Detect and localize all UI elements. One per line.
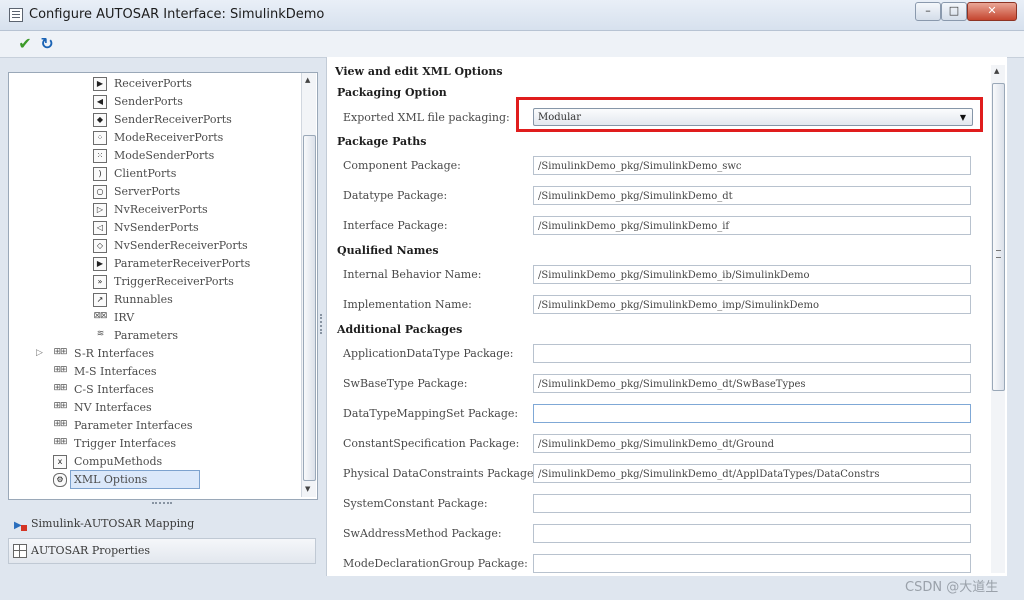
packaging-heading: Packaging Option	[337, 86, 447, 99]
package-icon: ⊞⊞	[53, 383, 67, 393]
tree-panel: ▶ ReceiverPorts ◀ SenderPorts ◆ SenderRe…	[8, 72, 318, 500]
datatype-package-label: Datatype Package:	[343, 189, 448, 202]
nv-receiver-port-icon: ▷	[93, 203, 107, 217]
scroll-down-icon[interactable]: ▼	[305, 485, 310, 493]
sender-receiver-port-icon: ◆	[93, 113, 107, 127]
datatype-mapping-label: DataTypeMappingSet Package:	[343, 407, 519, 420]
packaging-select[interactable]: Modular ▼	[533, 108, 973, 126]
refresh-icon[interactable]: ↻	[38, 35, 56, 53]
component-package-input[interactable]: /SimulinkDemo_pkg/SimulinkDemo_swc	[533, 156, 971, 175]
swbasetype-input[interactable]: /SimulinkDemo_pkg/SimulinkDemo_dt/SwBase…	[533, 374, 971, 393]
package-icon: ⊞⊞	[53, 347, 67, 357]
additional-packages-heading: Additional Packages	[337, 323, 463, 336]
autosar-properties-node[interactable]: AUTOSAR Properties	[8, 538, 316, 564]
component-package-label: Component Package:	[343, 159, 461, 172]
internal-behavior-label: Internal Behavior Name:	[343, 268, 482, 281]
system-constant-input[interactable]	[533, 494, 971, 513]
nv-sender-port-icon: ◁	[93, 221, 107, 235]
watermark: CSDN @大道生	[905, 580, 999, 595]
sw-address-method-input[interactable]	[533, 524, 971, 543]
scroll-up-icon[interactable]: ▲	[305, 76, 310, 84]
trigger-receiver-port-icon: »	[93, 275, 107, 289]
mapping-icon: ▶	[14, 517, 27, 531]
chevron-down-icon[interactable]: ▼	[960, 109, 966, 127]
mode-declaration-label: ModeDeclarationGroup Package:	[343, 557, 528, 570]
interface-package-input[interactable]: /SimulinkDemo_pkg/SimulinkDemo_if	[533, 216, 971, 235]
gear-icon: ⚙	[53, 473, 67, 487]
form-scrollbar[interactable]: ▲	[991, 65, 1005, 573]
package-icon: ⊞⊞	[53, 401, 67, 411]
paths-heading: Package Paths	[337, 135, 427, 148]
grid-icon	[13, 544, 27, 558]
constant-specification-input[interactable]: /SimulinkDemo_pkg/SimulinkDemo_dt/Ground	[533, 434, 971, 453]
client-port-icon: )	[93, 167, 107, 181]
maximize-button[interactable]: □	[941, 2, 967, 21]
irv-icon: ⊠⊠	[93, 311, 107, 321]
package-icon: ⊞⊞	[53, 419, 67, 429]
runnable-icon: ↗	[93, 293, 107, 307]
receiver-port-icon: ▶	[93, 77, 107, 91]
database-icon: ≋	[96, 329, 105, 339]
datatype-package-input[interactable]: /SimulinkDemo_pkg/SimulinkDemo_dt	[533, 186, 971, 205]
function-icon: x	[53, 455, 67, 469]
parameter-receiver-port-icon: ▶	[93, 257, 107, 271]
sender-port-icon: ◀	[93, 95, 107, 109]
horizontal-splitter[interactable]	[152, 502, 172, 506]
checkmark-icon[interactable]: ✔	[16, 35, 34, 53]
mode-receiver-port-icon: ⁘	[93, 131, 107, 145]
server-port-icon: ○	[93, 185, 107, 199]
title-bar: Configure AUTOSAR Interface: SimulinkDem…	[0, 0, 1024, 31]
packaging-select-value: Modular	[538, 112, 582, 123]
window-title: Configure AUTOSAR Interface: SimulinkDem…	[29, 7, 325, 22]
package-icon: ⊞⊞	[53, 365, 67, 375]
swbasetype-label: SwBaseType Package:	[343, 377, 468, 390]
application-datatype-label: ApplicationDataType Package:	[343, 347, 514, 360]
vertical-splitter[interactable]	[320, 314, 324, 334]
physical-constraints-label: Physical DataConstraints Package:	[343, 467, 538, 480]
scroll-up-icon[interactable]: ▲	[994, 67, 999, 75]
nv-sender-receiver-port-icon: ◇	[93, 239, 107, 253]
internal-behavior-input[interactable]: /SimulinkDemo_pkg/SimulinkDemo_ib/Simuli…	[533, 265, 971, 284]
toolbar: ✔ ↻	[0, 31, 1024, 58]
mode-sender-port-icon: ⁙	[93, 149, 107, 163]
physical-constraints-input[interactable]: /SimulinkDemo_pkg/SimulinkDemo_dt/ApplDa…	[533, 464, 971, 483]
qualified-names-heading: Qualified Names	[337, 244, 439, 257]
package-icon: ⊞⊞	[53, 437, 67, 447]
sw-address-method-label: SwAddressMethod Package:	[343, 527, 502, 540]
close-button[interactable]: ✕	[967, 2, 1017, 21]
interface-package-label: Interface Package:	[343, 219, 448, 232]
system-constant-label: SystemConstant Package:	[343, 497, 488, 510]
application-datatype-input[interactable]	[533, 344, 971, 363]
datatype-mapping-input[interactable]	[533, 404, 971, 423]
form-header: View and edit XML Options	[335, 65, 503, 78]
tree-scroll-thumb[interactable]	[303, 135, 316, 481]
minimize-button[interactable]: –	[915, 2, 941, 21]
packaging-label: Exported XML file packaging:	[343, 111, 510, 124]
constant-specification-label: ConstantSpecification Package:	[343, 437, 520, 450]
implementation-name-label: Implementation Name:	[343, 298, 472, 311]
expand-arrow-icon[interactable]: ▷	[36, 345, 43, 362]
xml-options-form: View and edit XML Options Packaging Opti…	[326, 57, 1007, 576]
implementation-name-input[interactable]: /SimulinkDemo_pkg/SimulinkDemo_imp/Simul…	[533, 295, 971, 314]
tree-scrollbar[interactable]: ▲ ▼	[301, 73, 316, 497]
form-scroll-thumb[interactable]	[992, 83, 1005, 391]
window-icon	[9, 8, 23, 22]
mode-declaration-input[interactable]	[533, 554, 971, 573]
